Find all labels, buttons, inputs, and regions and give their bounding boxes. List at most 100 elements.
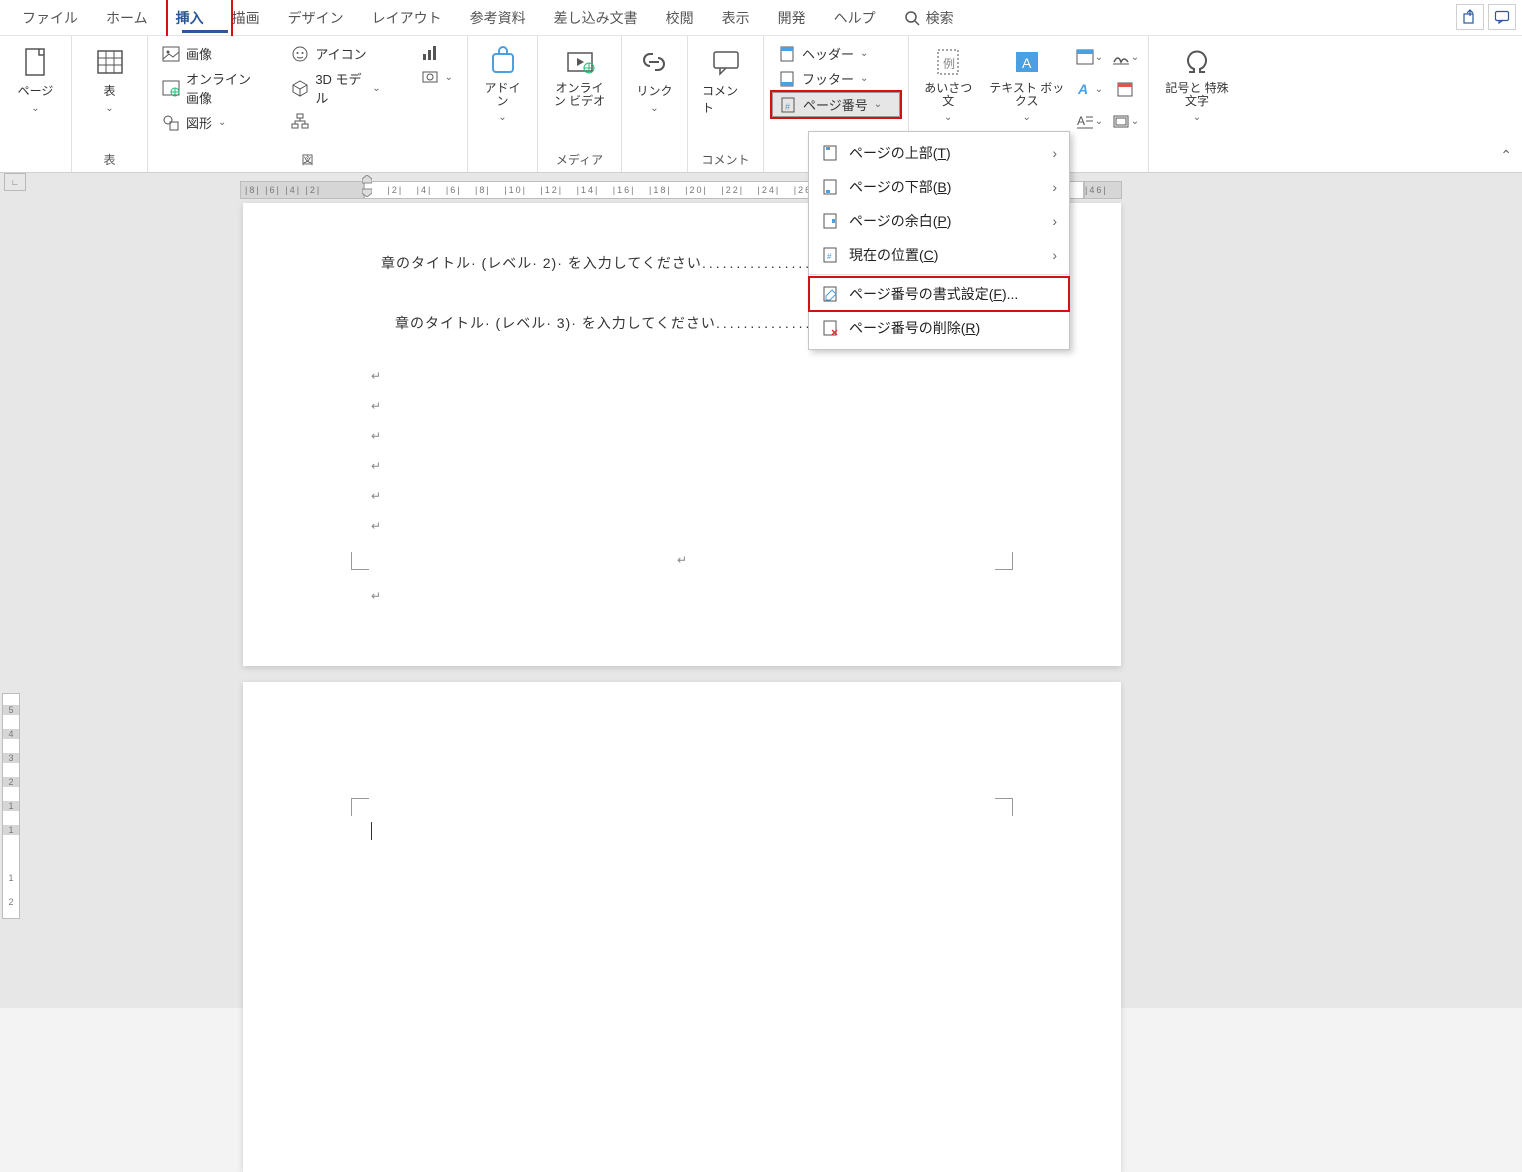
collapse-ribbon-button[interactable]: ⌃: [1500, 147, 1512, 164]
dd-page-top[interactable]: ページの上部(T) ›: [809, 136, 1069, 170]
dropcap-icon: A: [1075, 111, 1095, 131]
tab-file[interactable]: ファイル: [8, 0, 92, 36]
pagebottom-icon: [821, 178, 839, 196]
shapes-icon: [162, 114, 180, 132]
tab-developer[interactable]: 開発: [764, 0, 820, 36]
online-image-icon: [162, 79, 180, 97]
cube-icon: [291, 79, 309, 97]
tab-help[interactable]: ヘルプ: [820, 0, 890, 36]
comment-button[interactable]: コメント: [696, 42, 755, 120]
signature-icon: [1111, 47, 1131, 67]
pagenumber-dropdown: ページの上部(T) › ページの下部(B) › ページの余白(P) › # 現在…: [808, 131, 1070, 350]
footer-button[interactable]: フッター ⌄: [772, 67, 900, 90]
indent-marker-icon[interactable]: [362, 175, 372, 197]
search-button[interactable]: 検索: [890, 8, 968, 28]
margin-corner-bl: [351, 552, 369, 570]
newcomment-icon: [710, 46, 742, 78]
ruler-vertical[interactable]: 5 4 3 2 1 1 1 2: [2, 693, 20, 919]
cursor: [371, 822, 372, 845]
link-icon: [638, 46, 670, 78]
shapes-button[interactable]: 図形 ⌄: [156, 111, 257, 134]
addins-button[interactable]: アドイン ⌄: [476, 42, 529, 127]
online-image-button[interactable]: オンライン画像: [156, 67, 257, 109]
document-page-2[interactable]: [243, 682, 1121, 1172]
margin-corner-br: [995, 552, 1013, 570]
greeting-label: あいさつ 文: [923, 82, 973, 108]
svg-text:A: A: [1022, 55, 1032, 71]
online-video-button[interactable]: オンライン ビデオ: [546, 42, 613, 112]
margin-corner-tl: [351, 798, 369, 816]
header-button[interactable]: ヘッダー ⌄: [772, 42, 900, 65]
signature-button[interactable]: ⌄: [1110, 44, 1140, 70]
comment-icon: [1494, 9, 1510, 25]
dd-current-position[interactable]: # 現在の位置(C) ›: [809, 238, 1069, 272]
media-group-label: メディア: [556, 151, 603, 170]
header-icon: [778, 45, 796, 63]
datetime-button[interactable]: [1110, 76, 1140, 102]
share-button[interactable]: [1456, 4, 1484, 30]
chart-button[interactable]: [415, 42, 459, 64]
share-icon: [1462, 9, 1478, 25]
screenshot-button[interactable]: ⌄: [415, 66, 459, 88]
object-button[interactable]: ⌄: [1110, 108, 1140, 134]
quickparts-button[interactable]: ⌄: [1074, 44, 1104, 70]
addin-icon: [487, 46, 519, 78]
pages-button[interactable]: ページ ⌄: [12, 42, 60, 118]
smartart-icon: [291, 113, 309, 131]
link-label: リンク: [636, 82, 672, 99]
toc-line-level3: 章のタイトル· (レベル· 3)· を入力してください.............…: [395, 313, 861, 333]
search-icon: [904, 10, 920, 26]
currentpos-icon: #: [821, 246, 839, 264]
svg-text:#: #: [827, 252, 832, 261]
dd-remove-pagenumber[interactable]: ページ番号の削除(R): [809, 311, 1069, 345]
chevron-right-icon: ›: [1052, 213, 1057, 229]
video-icon: [564, 46, 596, 78]
table-group-label: 表: [103, 151, 115, 170]
dd-page-margin[interactable]: ページの余白(P) ›: [809, 204, 1069, 238]
object-icon: [1111, 111, 1131, 131]
pagenumber-button[interactable]: # ページ番号 ⌄: [772, 92, 900, 117]
chevron-right-icon: ›: [1052, 247, 1057, 263]
pagetop-icon: [821, 144, 839, 162]
tab-layout[interactable]: レイアウト: [358, 0, 456, 36]
tab-view[interactable]: 表示: [708, 0, 764, 36]
3dmodel-button[interactable]: 3D モデル ⌄: [285, 67, 386, 109]
greeting-icon: 例: [932, 46, 964, 78]
tab-home[interactable]: ホーム: [92, 0, 162, 36]
textbox-icon: A: [1011, 46, 1043, 78]
symbols-button[interactable]: 記号と 特殊文字⌄: [1157, 42, 1237, 127]
tab-review[interactable]: 校閲: [652, 0, 708, 36]
toc-line-level2: 章のタイトル· (レベル· 2)· を入力してください.............…: [381, 253, 847, 273]
dd-page-bottom[interactable]: ページの下部(B) ›: [809, 170, 1069, 204]
pagemargin-icon: [821, 212, 839, 230]
comments-pane-button[interactable]: [1488, 4, 1516, 30]
format-icon: [821, 285, 839, 303]
chart-icon: [421, 44, 439, 62]
textbox-label: テキスト ボックス: [987, 82, 1066, 108]
dropcap-button[interactable]: A⌄: [1074, 108, 1104, 134]
illustrations-group-label: 図: [301, 151, 313, 170]
svg-text:A: A: [1077, 81, 1088, 97]
wordart-button[interactable]: A⌄: [1074, 76, 1104, 102]
table-label: 表: [103, 82, 115, 99]
ruler-right-margin: |46| |48|: [1084, 181, 1122, 199]
dd-format-pagenumber[interactable]: ページ番号の書式設定(F)...: [809, 277, 1069, 311]
image-button[interactable]: 画像: [156, 42, 257, 65]
table-icon: [94, 46, 126, 78]
pagenumber-icon: #: [779, 96, 797, 114]
tab-mailings[interactable]: 差し込み文書: [540, 0, 652, 36]
margin-corner-tr: [995, 798, 1013, 816]
tab-insert[interactable]: 挿入: [162, 0, 218, 36]
ruler-corner[interactable]: ∟: [4, 173, 26, 191]
tab-design[interactable]: デザイン: [274, 0, 358, 36]
omega-icon: [1181, 46, 1213, 78]
ruler-left-margin[interactable]: |8| |6| |4| |2|: [240, 181, 364, 199]
quickparts-icon: [1075, 47, 1095, 67]
pages-label: ページ: [18, 82, 54, 99]
table-button[interactable]: 表 ⌄: [88, 42, 132, 118]
remove-icon: [821, 319, 839, 337]
link-button[interactable]: リンク ⌄: [630, 42, 678, 118]
tab-references[interactable]: 参考資料: [456, 0, 540, 36]
icons-button[interactable]: アイコン: [285, 42, 386, 65]
smartart-button[interactable]: [285, 111, 386, 133]
